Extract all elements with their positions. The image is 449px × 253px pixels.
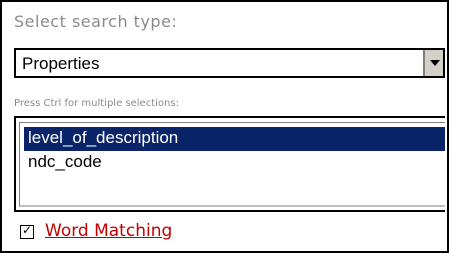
search-type-value: Properties <box>22 54 100 73</box>
word-matching-checkbox[interactable]: ✓ <box>20 223 34 239</box>
search-panel: Select search type: Properties Press Ctr… <box>0 0 449 253</box>
dropdown-arrow-icon[interactable] <box>423 50 443 76</box>
properties-listbox[interactable]: level_of_description ndc_code <box>14 116 445 212</box>
search-type-select[interactable]: Properties <box>14 48 445 78</box>
list-item[interactable]: ndc_code <box>24 151 445 175</box>
word-matching-link[interactable]: Word Matching <box>45 221 172 241</box>
list-item[interactable]: level_of_description <box>24 127 445 151</box>
multi-select-hint: Press Ctrl for multiple selections: <box>14 98 179 109</box>
panel-title: Select search type: <box>14 12 178 31</box>
checkmark-icon: ✓ <box>22 223 33 237</box>
listbox-inner: level_of_description ndc_code <box>19 122 445 207</box>
